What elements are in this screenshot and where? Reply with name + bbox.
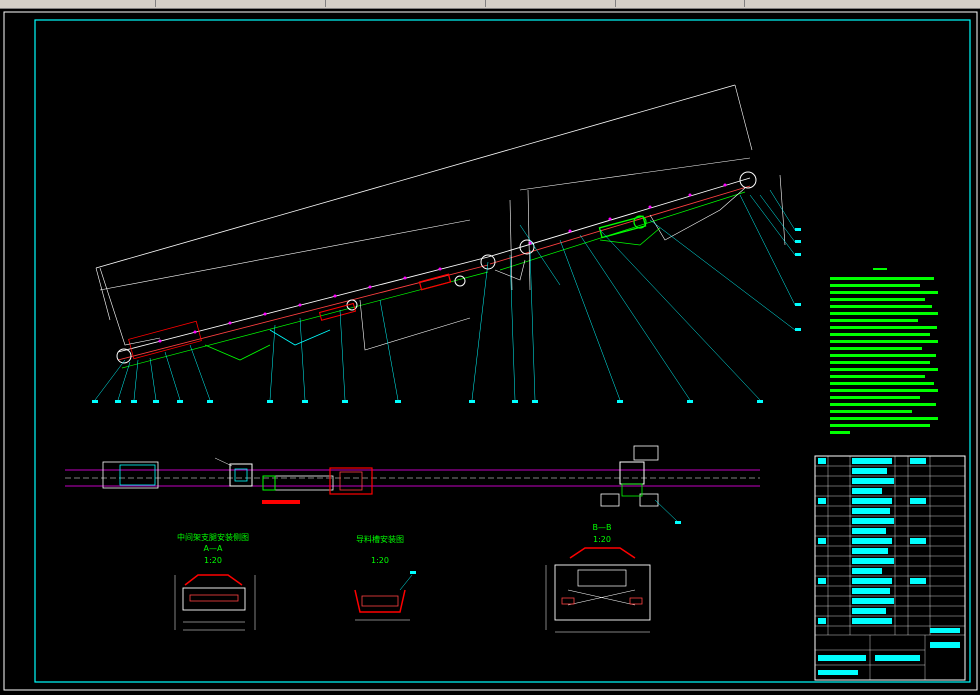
toolbar-field[interactable] [330,0,486,7]
conveyor-elevation [92,84,801,403]
section-b-view: B—B 1:20 [545,523,651,633]
section-b-scale: 1:20 [593,535,611,544]
technical-notes [830,268,938,434]
section-a-view: 中间架支腿安装侧图 A—A 1:20 [174,532,256,631]
guide-chute-title: 导料槽安装图 [356,534,404,544]
parts-list-table [814,455,966,681]
conveyor-plan-view [65,445,760,524]
drawing-border-outer [3,11,978,691]
toolbar-button[interactable] [100,0,156,7]
toolbar-field[interactable] [490,0,616,7]
application-toolbar [0,0,980,9]
section-a-scale: 1:20 [204,556,222,565]
section-b-label: B—B [593,523,612,532]
section-a-label: A—A [204,544,223,553]
toolbar-field[interactable] [622,0,745,7]
guide-chute-view: 导料槽安装图 1:20 [354,534,416,621]
toolbar-field[interactable] [165,0,326,7]
cad-drawing-canvas[interactable]: 中间架支腿安装侧图 A—A 1:20 导料槽安装图 1:20 B—B 1:20 [0,9,980,695]
section-a-title: 中间架支腿安装侧图 [177,532,249,542]
guide-chute-scale: 1:20 [371,556,389,565]
